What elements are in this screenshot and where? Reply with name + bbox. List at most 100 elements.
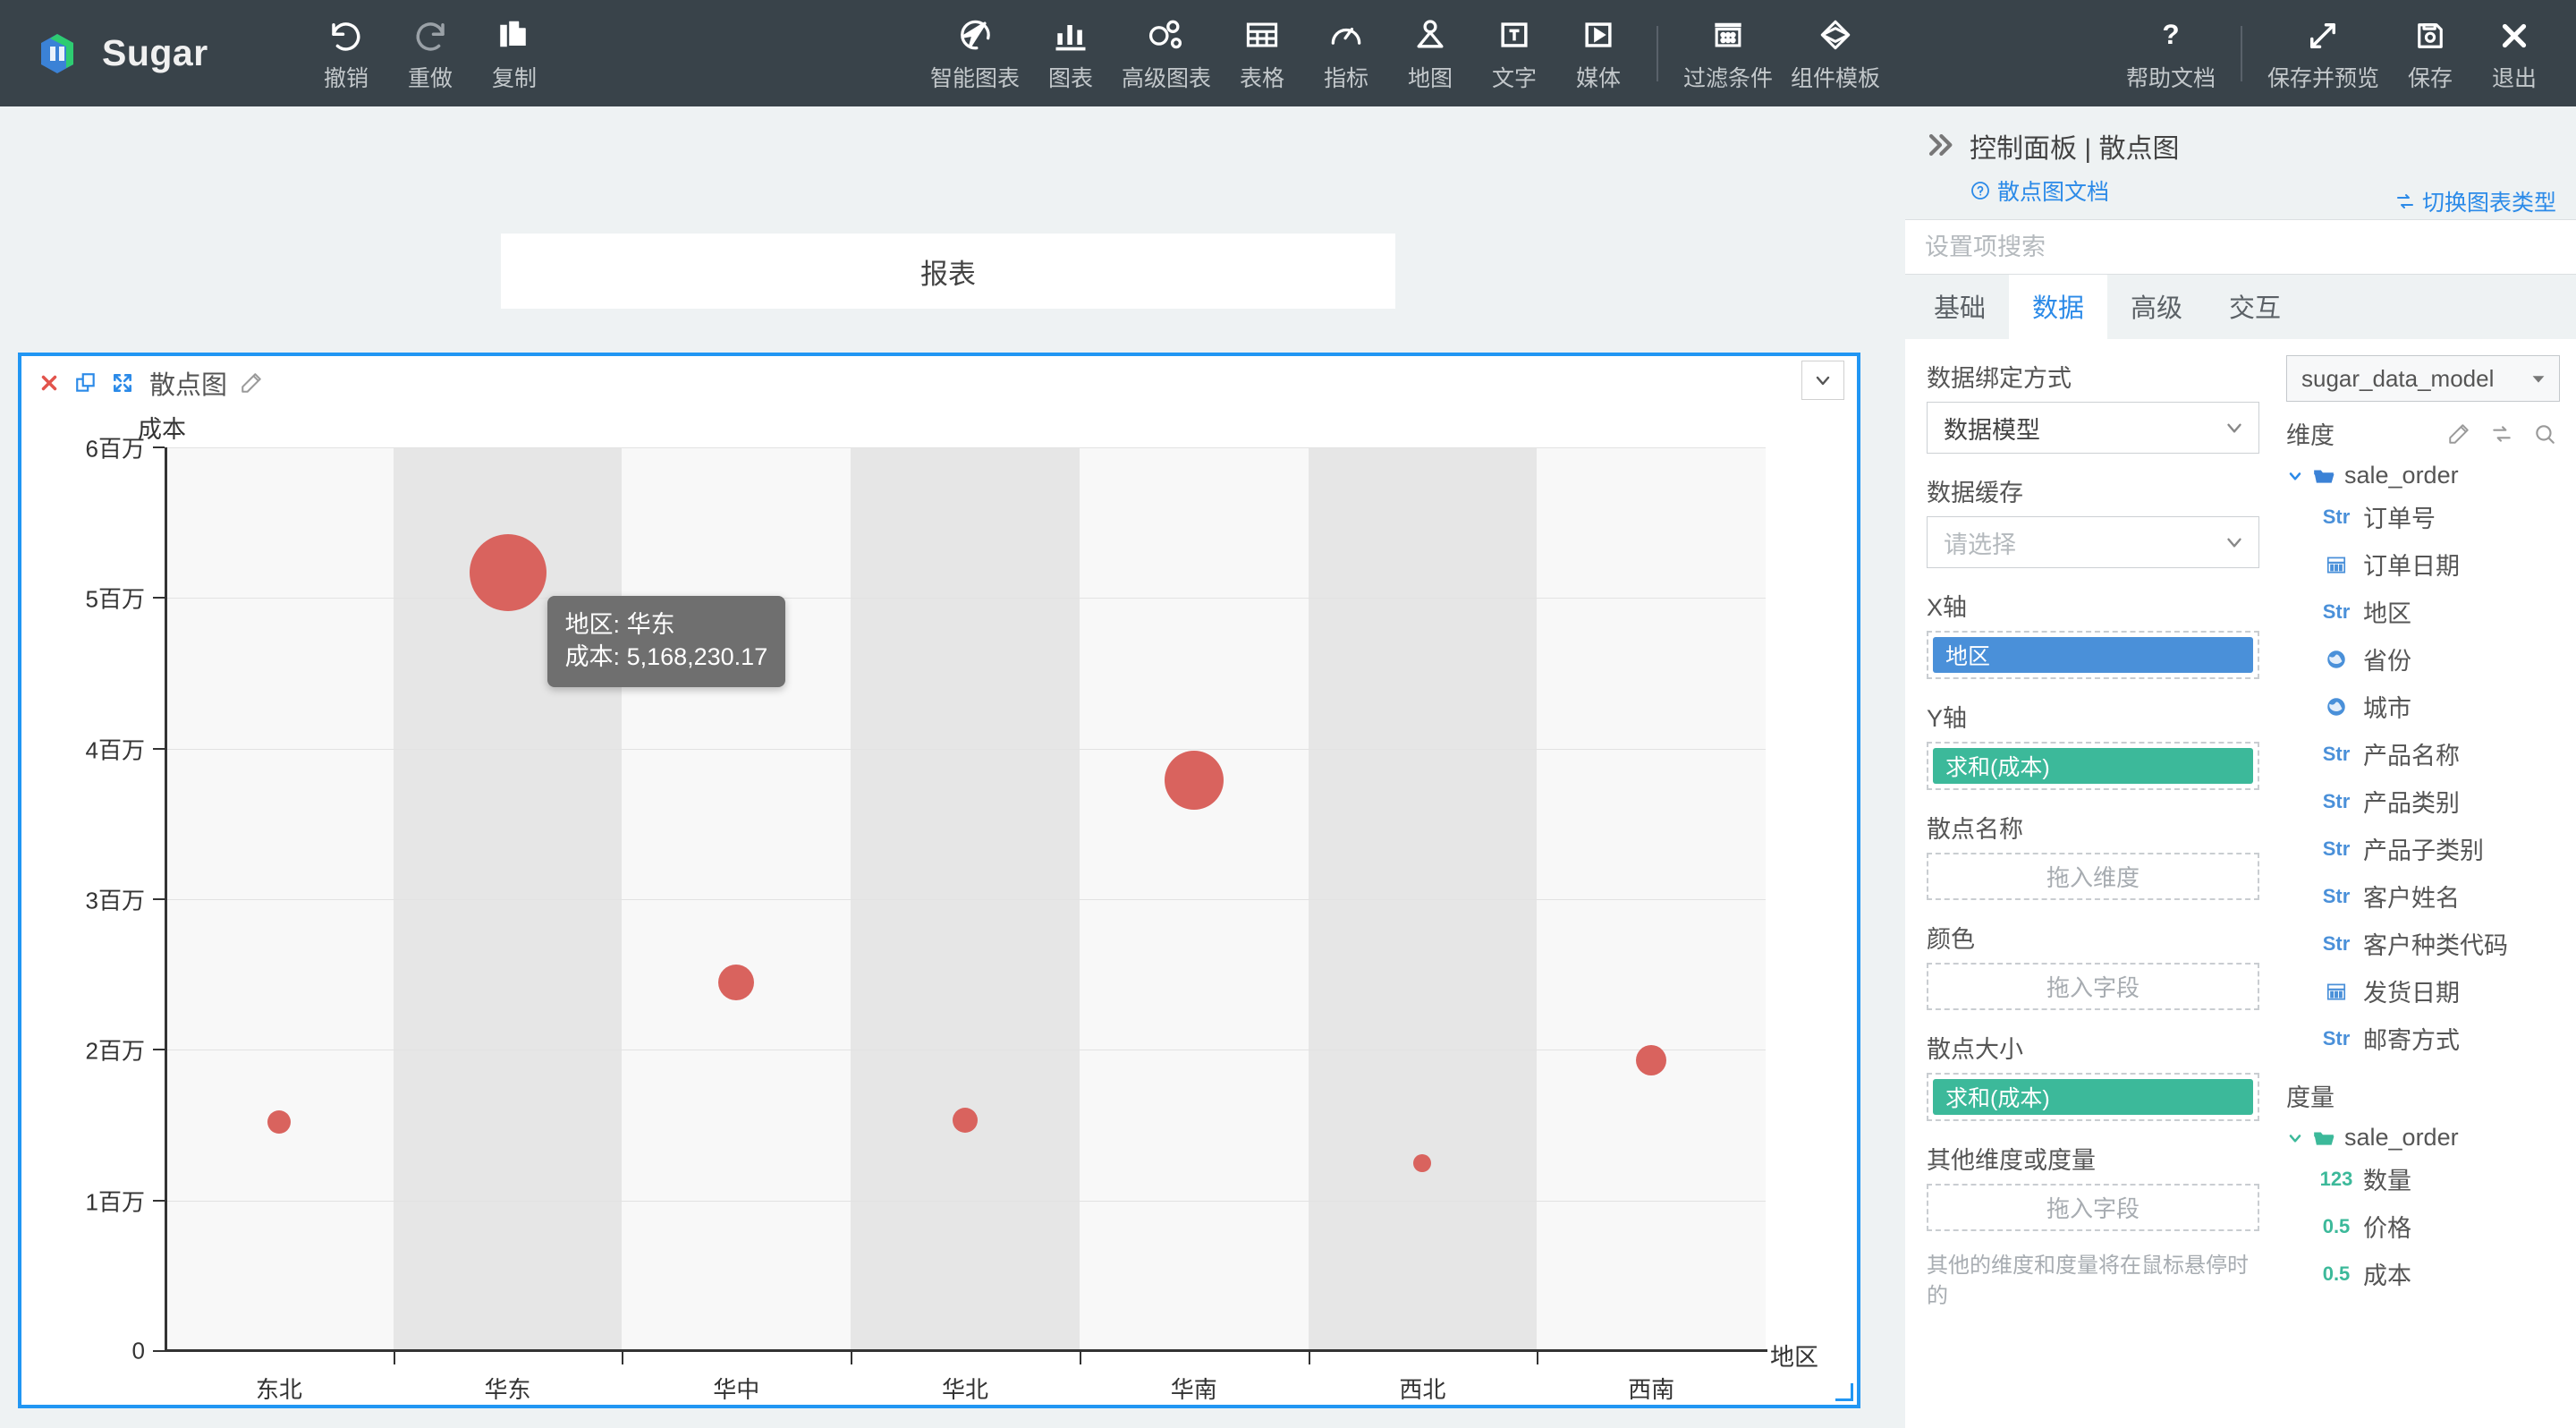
toolbar-metric[interactable]: 指标 bbox=[1304, 0, 1388, 106]
dimension-field[interactable]: Str 客户姓名 bbox=[2286, 872, 2560, 920]
data-model-value: sugar_data_model bbox=[2301, 364, 2495, 392]
dimension-field[interactable]: 订单日期 bbox=[2286, 540, 2560, 588]
binding-mode-select[interactable]: 数据模型 bbox=[1927, 402, 2259, 454]
toolbar-component-template[interactable]: 组件模板 bbox=[1782, 0, 1889, 106]
chart-doc-link-label: 散点图文档 bbox=[1997, 180, 2110, 205]
widget-fullscreen-icon[interactable] bbox=[111, 371, 134, 395]
scatter-point[interactable] bbox=[953, 1108, 978, 1134]
field-type-str-icon: Str bbox=[2322, 789, 2351, 812]
widget-edit-pencil-icon[interactable] bbox=[240, 371, 263, 395]
x-tick-mark bbox=[1079, 1352, 1081, 1364]
toolbar-exit[interactable]: 退出 bbox=[2472, 0, 2556, 106]
toolbar-redo[interactable]: 重做 bbox=[388, 0, 472, 106]
scatter-point[interactable] bbox=[469, 534, 547, 611]
x-tick-mark bbox=[851, 1352, 853, 1364]
dimension-field[interactable]: Str 产品类别 bbox=[2286, 778, 2560, 825]
widget-delete-icon[interactable] bbox=[38, 371, 61, 395]
other-fields-dropzone[interactable]: 拖入字段 bbox=[1927, 1184, 2259, 1231]
report-title[interactable]: 报表 bbox=[501, 234, 1395, 309]
point-size-dropzone[interactable]: 求和(成本) bbox=[1927, 1073, 2259, 1121]
toolbar-help-label: 帮助文档 bbox=[2125, 66, 2216, 91]
toolbar-smart-chart[interactable]: 智能图表 bbox=[921, 0, 1029, 106]
widget-duplicate-icon[interactable] bbox=[74, 371, 97, 395]
toolbar-map[interactable]: 地图 bbox=[1388, 0, 1472, 106]
save-disk-icon bbox=[2411, 13, 2449, 55]
scatter-point[interactable] bbox=[1413, 1153, 1432, 1172]
x-axis-label: X轴 bbox=[1927, 594, 1968, 621]
y-axis-dropzone[interactable]: 求和(成本) bbox=[1927, 742, 2259, 790]
toolbar-help[interactable]: ? 帮助文档 bbox=[2117, 0, 2224, 106]
field-label: 产品名称 bbox=[2363, 743, 2460, 769]
x-tick-mark bbox=[622, 1352, 624, 1364]
dimension-field[interactable]: Str 产品名称 bbox=[2286, 730, 2560, 778]
point-name-dropzone[interactable]: 拖入维度 bbox=[1927, 853, 2259, 900]
settings-search[interactable] bbox=[1905, 219, 2576, 275]
data-model-select[interactable]: sugar_data_model bbox=[2286, 355, 2560, 402]
chevron-down-icon bbox=[2223, 416, 2246, 439]
collapse-panel-icon[interactable] bbox=[1925, 130, 1955, 160]
dimensions-section-header: 维度 bbox=[2286, 416, 2560, 451]
x-axis-field-pill[interactable]: 地区 bbox=[1933, 637, 2253, 673]
toolbar-media-label: 媒体 bbox=[1576, 66, 1622, 91]
point-name-placeholder: 拖入维度 bbox=[2046, 864, 2140, 891]
dimension-field[interactable]: Str 地区 bbox=[2286, 588, 2560, 635]
tab-0[interactable]: 基础 bbox=[1911, 275, 2009, 339]
toolbar-save[interactable]: 保存 bbox=[2388, 0, 2472, 106]
toolbar-undo[interactable]: 撤销 bbox=[304, 0, 388, 106]
measure-field[interactable]: 0.5 价格 bbox=[2286, 1203, 2560, 1250]
x-axis-dropzone[interactable]: 地区 bbox=[1927, 631, 2259, 679]
toolbar-advanced-chart[interactable]: 高级图表 bbox=[1113, 0, 1220, 106]
toolbar-media[interactable]: 媒体 bbox=[1556, 0, 1640, 106]
pencil-icon[interactable] bbox=[2447, 422, 2470, 446]
dimension-field[interactable]: Str 订单号 bbox=[2286, 493, 2560, 540]
color-placeholder: 拖入字段 bbox=[2046, 974, 2140, 1001]
other-fields-label: 其他维度或度量 bbox=[1927, 1147, 2096, 1174]
field-type-str-icon: Str bbox=[2322, 1026, 2351, 1050]
scatter-point[interactable] bbox=[1164, 751, 1224, 811]
toolbar-text[interactable]: 文字 bbox=[1472, 0, 1556, 106]
measures-folder[interactable]: sale_order bbox=[2286, 1124, 2560, 1152]
dimension-field[interactable]: Str 客户种类代码 bbox=[2286, 920, 2560, 967]
control-panel: 控制面板 | 散点图 散点图文档 切换图表类型 基础数据高级 bbox=[1905, 106, 2576, 1428]
toolbar-copy[interactable]: 复制 bbox=[472, 0, 556, 106]
scatter-point[interactable] bbox=[1636, 1045, 1667, 1076]
scatter-point[interactable] bbox=[718, 964, 755, 1000]
dimension-field[interactable]: Str 邮寄方式 bbox=[2286, 1015, 2560, 1062]
measure-field[interactable]: 0.5 成本 bbox=[2286, 1250, 2560, 1297]
dimension-field[interactable]: Str 产品子类别 bbox=[2286, 825, 2560, 872]
point-size-field-pill[interactable]: 求和(成本) bbox=[1933, 1079, 2253, 1115]
tab-2[interactable]: 高级 bbox=[2107, 275, 2206, 339]
search-icon[interactable] bbox=[2533, 422, 2556, 446]
dimension-field[interactable]: 发货日期 bbox=[2286, 967, 2560, 1015]
chart-doc-link[interactable]: 散点图文档 bbox=[1970, 174, 2179, 207]
field-type-geo-icon bbox=[2318, 695, 2354, 718]
sugar-logo-icon bbox=[32, 29, 82, 79]
toolbar-chart[interactable]: 图表 bbox=[1029, 0, 1113, 106]
field-type-str-icon: Str bbox=[2322, 599, 2351, 623]
settings-search-input[interactable] bbox=[1925, 233, 2556, 261]
switch-chart-type-button[interactable]: 切换图表类型 bbox=[2394, 185, 2556, 217]
dimensions-folder[interactable]: sale_order bbox=[2286, 462, 2560, 489]
chart-y-axis-title: 成本 bbox=[138, 416, 186, 443]
toolbar-filter[interactable]: 过滤条件 bbox=[1674, 0, 1782, 106]
tab-1[interactable]: 数据 bbox=[2009, 275, 2108, 339]
chart-widget[interactable]: 散点图 成本 地区 0 1百万 2百万 3百万 4百万 5百万 6百万 东北 华东 华中 华北 华南… bbox=[18, 353, 1860, 1408]
measure-field[interactable]: 123 数量 bbox=[2286, 1155, 2560, 1203]
toolbar-save-preview[interactable]: 保存并预览 bbox=[2258, 0, 2388, 106]
dimension-field[interactable]: 城市 bbox=[2286, 683, 2560, 730]
report-canvas: 报表 散点图 成本 地区 0 1百万 2百万 3百万 4百万 5百万 6百万 东… bbox=[0, 106, 1905, 1428]
field-type-str-icon: Str bbox=[2322, 931, 2351, 955]
widget-dropdown-button[interactable] bbox=[1801, 361, 1844, 400]
y-axis-field-pill[interactable]: 求和(成本) bbox=[1933, 748, 2253, 784]
tab-3[interactable]: 交互 bbox=[2206, 275, 2304, 339]
widget-resize-handle[interactable] bbox=[1834, 1381, 1853, 1401]
scatter-point[interactable] bbox=[267, 1110, 291, 1135]
refresh-icon[interactable] bbox=[2490, 422, 2513, 446]
color-dropzone[interactable]: 拖入字段 bbox=[1927, 963, 2259, 1010]
switch-chart-type-label: 切换图表类型 bbox=[2421, 191, 2556, 216]
dimension-field[interactable]: 省份 bbox=[2286, 635, 2560, 683]
toolbar-table[interactable]: 表格 bbox=[1220, 0, 1304, 106]
text-icon bbox=[1495, 13, 1534, 55]
y-axis-label: Y轴 bbox=[1927, 705, 1968, 732]
data-cache-select[interactable]: 请选择 bbox=[1927, 516, 2259, 568]
